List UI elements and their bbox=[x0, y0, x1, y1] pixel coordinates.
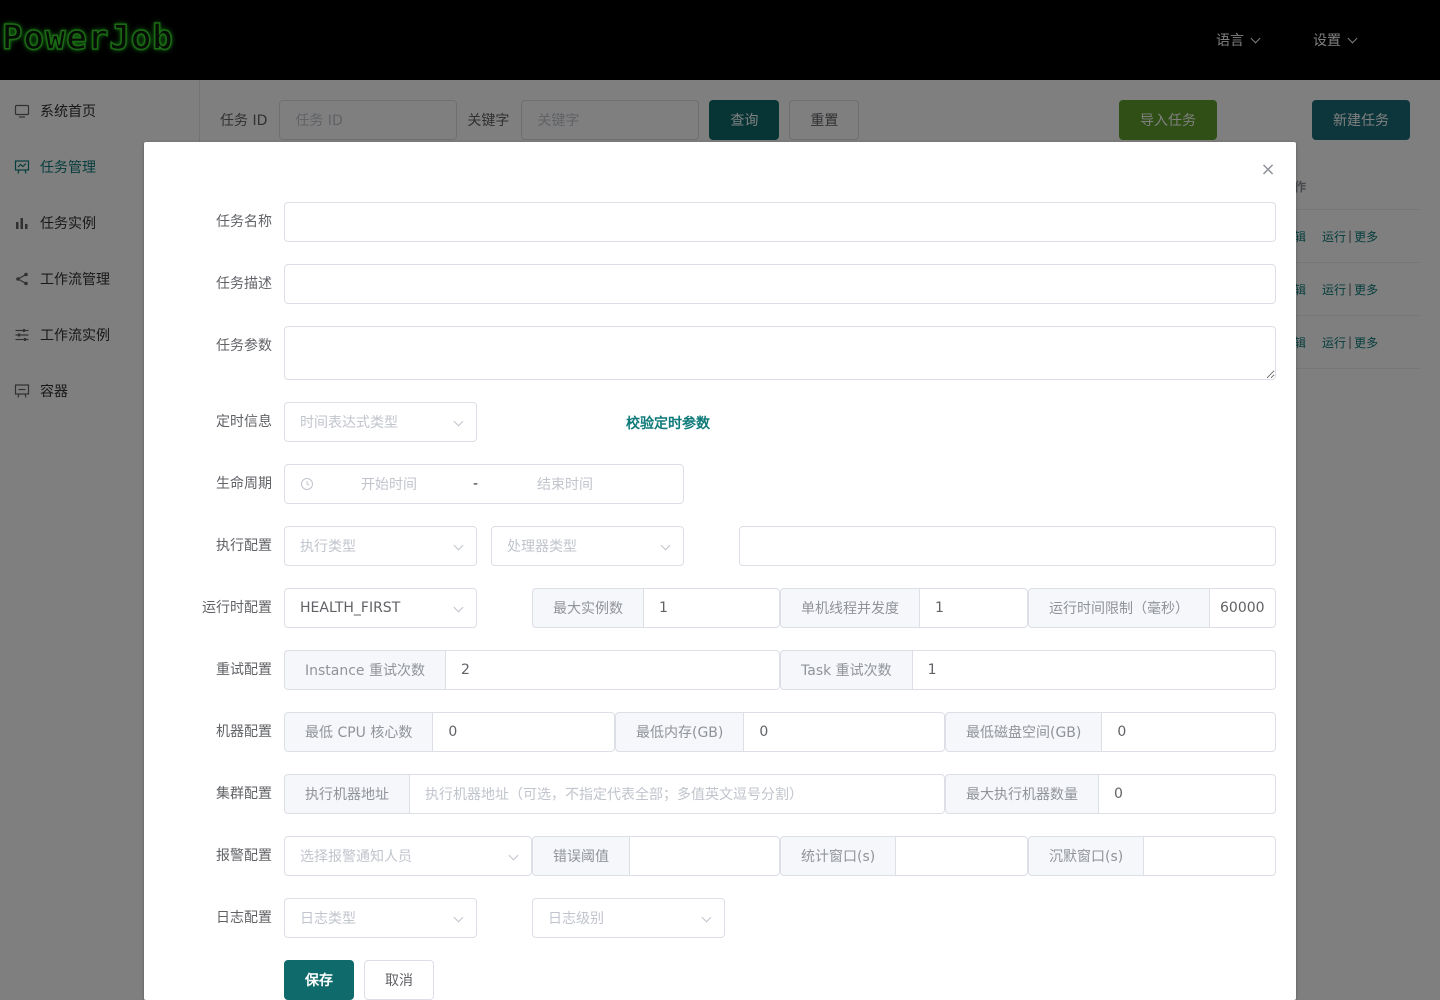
thread-concurrency-label: 单机线程并发度 bbox=[780, 588, 919, 628]
instance-retry-group: Instance 重试次数 2 bbox=[284, 650, 780, 690]
form-row-execution: 执行配置 执行类型 处理器类型 bbox=[144, 526, 1296, 566]
task-retry-input[interactable]: 1 bbox=[911, 650, 1276, 690]
min-disk-input[interactable]: 0 bbox=[1101, 712, 1276, 752]
min-cpu-input[interactable]: 0 bbox=[432, 712, 615, 752]
job-edit-dialog: × 任务名称 任务描述 任务参数 定时信息 时间表达式类型 校验定时参数 生命周… bbox=[144, 142, 1296, 1000]
min-disk-label: 最低磁盘空间(GB) bbox=[945, 712, 1102, 752]
silence-window-input[interactable] bbox=[1143, 836, 1276, 876]
timing-label: 定时信息 bbox=[216, 414, 272, 430]
form-row-job-description: 任务描述 bbox=[144, 264, 1296, 304]
start-time-input[interactable]: 开始时间 bbox=[361, 474, 417, 494]
close-icon[interactable]: × bbox=[1260, 161, 1276, 179]
form-row-job-name: 任务名称 bbox=[144, 202, 1296, 242]
execute-type-select[interactable]: 执行类型 bbox=[284, 526, 477, 566]
range-separator: - bbox=[473, 476, 479, 492]
max-workers-label: 最大执行机器数量 bbox=[945, 774, 1098, 814]
log-type-select[interactable]: 日志类型 bbox=[284, 898, 477, 938]
alarm-label: 报警配置 bbox=[216, 848, 272, 864]
form-row-log: 日志配置 日志类型 日志级别 bbox=[144, 898, 1296, 938]
min-memory-group: 最低内存(GB) 0 bbox=[615, 712, 945, 752]
form-row-job-params: 任务参数 bbox=[144, 326, 1296, 380]
job-description-input[interactable] bbox=[284, 264, 1276, 304]
form-row-timing: 定时信息 时间表达式类型 校验定时参数 bbox=[144, 402, 1296, 442]
processor-info-input[interactable] bbox=[739, 526, 1276, 566]
form-row-runtime: 运行时配置 HEALTH_FIRST 最大实例数 1 单机线程并发度 1 运行时… bbox=[144, 588, 1296, 628]
chevron-down-icon bbox=[453, 540, 464, 551]
min-cpu-label: 最低 CPU 核心数 bbox=[284, 712, 433, 752]
job-name-label: 任务名称 bbox=[216, 214, 272, 230]
max-instance-group: 最大实例数 1 bbox=[532, 588, 780, 628]
execution-label: 执行配置 bbox=[216, 538, 272, 554]
time-limit-input[interactable]: 60000 bbox=[1209, 588, 1276, 628]
form-row-lifecycle: 生命周期 开始时间 - 结束时间 bbox=[144, 464, 1296, 504]
designated-workers-input[interactable]: 执行机器地址（可选，不指定代表全部；多值英文逗号分割） bbox=[409, 774, 945, 814]
instance-retry-input[interactable]: 2 bbox=[445, 650, 780, 690]
error-threshold-group: 错误阈值 bbox=[532, 836, 780, 876]
runtime-label: 运行时配置 bbox=[202, 600, 272, 616]
chevron-down-icon bbox=[453, 602, 464, 613]
stat-window-input[interactable] bbox=[895, 836, 1028, 876]
processor-type-placeholder: 处理器类型 bbox=[507, 539, 577, 555]
clock-icon bbox=[300, 477, 314, 491]
end-time-input[interactable]: 结束时间 bbox=[537, 474, 593, 494]
max-workers-input[interactable]: 0 bbox=[1098, 774, 1276, 814]
chevron-down-icon bbox=[453, 912, 464, 923]
thread-concurrency-group: 单机线程并发度 1 bbox=[780, 588, 1028, 628]
job-name-input[interactable] bbox=[284, 202, 1276, 242]
designated-workers-label: 执行机器地址 bbox=[284, 774, 409, 814]
min-memory-input[interactable]: 0 bbox=[743, 712, 945, 752]
instance-retry-label: Instance 重试次数 bbox=[284, 650, 445, 690]
max-instance-label: 最大实例数 bbox=[532, 588, 643, 628]
machine-label: 机器配置 bbox=[216, 724, 272, 740]
time-limit-label: 运行时间限制（毫秒） bbox=[1028, 588, 1209, 628]
error-threshold-input[interactable] bbox=[629, 836, 780, 876]
time-expression-type-select[interactable]: 时间表达式类型 bbox=[284, 402, 477, 442]
thread-concurrency-input[interactable]: 1 bbox=[919, 588, 1028, 628]
max-instance-input[interactable]: 1 bbox=[643, 588, 780, 628]
form-row-machine: 机器配置 最低 CPU 核心数 0 最低内存(GB) 0 最低磁盘空间(GB) … bbox=[144, 712, 1296, 752]
stat-window-label: 统计窗口(s) bbox=[780, 836, 896, 876]
job-params-textarea[interactable] bbox=[284, 326, 1276, 380]
min-memory-label: 最低内存(GB) bbox=[615, 712, 744, 752]
time-limit-group: 运行时间限制（毫秒） 60000 bbox=[1028, 588, 1276, 628]
log-level-select[interactable]: 日志级别 bbox=[532, 898, 725, 938]
designated-workers-group: 执行机器地址 执行机器地址（可选，不指定代表全部；多值英文逗号分割） bbox=[284, 774, 945, 814]
form-row-retry: 重试配置 Instance 重试次数 2 Task 重试次数 1 bbox=[144, 650, 1296, 690]
max-workers-group: 最大执行机器数量 0 bbox=[945, 774, 1276, 814]
job-params-label: 任务参数 bbox=[216, 338, 272, 354]
silence-window-group: 沉默窗口(s) bbox=[1028, 836, 1276, 876]
task-retry-group: Task 重试次数 1 bbox=[780, 650, 1276, 690]
log-level-placeholder: 日志级别 bbox=[548, 911, 604, 927]
save-button[interactable]: 保存 bbox=[284, 960, 354, 1000]
cancel-button[interactable]: 取消 bbox=[364, 960, 434, 1000]
alarm-users-select[interactable]: 选择报警通知人员 bbox=[284, 836, 532, 876]
chevron-down-icon bbox=[701, 912, 712, 923]
stat-window-group: 统计窗口(s) bbox=[780, 836, 1028, 876]
dispatch-strategy-value: HEALTH_FIRST bbox=[300, 600, 401, 616]
form-row-alarm: 报警配置 选择报警通知人员 错误阈值 统计窗口(s) 沉默窗口(s) bbox=[144, 836, 1296, 876]
lifecycle-date-range-picker[interactable]: 开始时间 - 结束时间 bbox=[284, 464, 684, 504]
cluster-label: 集群配置 bbox=[216, 786, 272, 802]
alarm-users-placeholder: 选择报警通知人员 bbox=[300, 849, 412, 865]
chevron-down-icon bbox=[660, 540, 671, 551]
job-description-label: 任务描述 bbox=[216, 276, 272, 292]
min-disk-group: 最低磁盘空间(GB) 0 bbox=[945, 712, 1276, 752]
execute-type-placeholder: 执行类型 bbox=[300, 539, 356, 555]
error-threshold-label: 错误阈值 bbox=[532, 836, 629, 876]
min-cpu-group: 最低 CPU 核心数 0 bbox=[284, 712, 615, 752]
time-expression-type-placeholder: 时间表达式类型 bbox=[300, 415, 398, 431]
dispatch-strategy-select[interactable]: HEALTH_FIRST bbox=[284, 588, 477, 628]
log-label: 日志配置 bbox=[216, 910, 272, 926]
chevron-down-icon bbox=[453, 416, 464, 427]
silence-window-label: 沉默窗口(s) bbox=[1028, 836, 1144, 876]
task-retry-label: Task 重试次数 bbox=[780, 650, 912, 690]
retry-label: 重试配置 bbox=[216, 662, 272, 678]
log-type-placeholder: 日志类型 bbox=[300, 911, 356, 927]
chevron-down-icon bbox=[508, 850, 519, 861]
processor-type-select[interactable]: 处理器类型 bbox=[491, 526, 684, 566]
validate-timing-button[interactable]: 校验定时参数 bbox=[626, 413, 710, 433]
lifecycle-label: 生命周期 bbox=[216, 476, 272, 492]
form-row-cluster: 集群配置 执行机器地址 执行机器地址（可选，不指定代表全部；多值英文逗号分割） … bbox=[144, 774, 1296, 814]
